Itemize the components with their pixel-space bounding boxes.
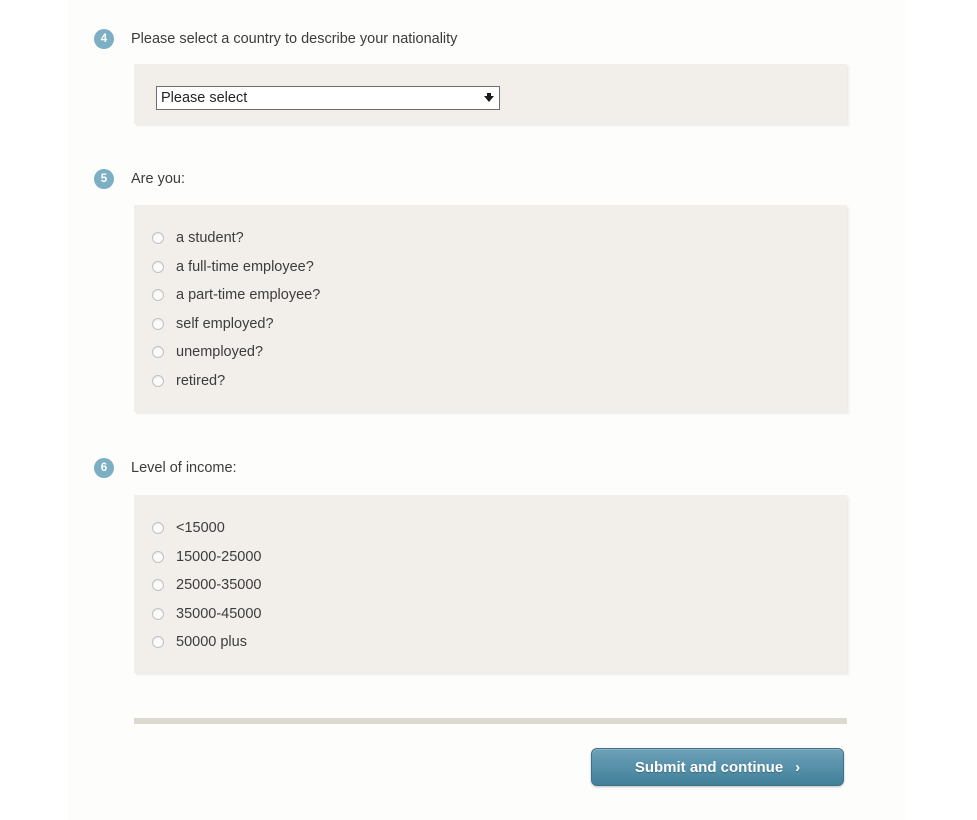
radio-option-row[interactable]: 50000 plus <box>152 628 261 657</box>
radio-option-row[interactable]: a part-time employee? <box>152 281 320 310</box>
radio-option-label: a student? <box>176 230 244 247</box>
radio-option-label: 25000-35000 <box>176 577 262 594</box>
radio-option-label: unemployed? <box>176 344 264 361</box>
radio-option-label: retired? <box>176 372 226 389</box>
radio-option-label: self employed? <box>176 315 274 332</box>
radio-option-label: 15000-25000 <box>176 548 262 565</box>
question-block-5: 5 Are you: a student? a full-time employ… <box>70 168 907 412</box>
radio-option-row[interactable]: a student? <box>152 224 320 253</box>
question-header-6: 6 Level of income: <box>70 457 907 483</box>
radio-option-row[interactable]: <15000 <box>152 514 261 543</box>
step-badge-6: 6 <box>94 458 114 478</box>
radio-option-row[interactable]: retired? <box>152 367 320 396</box>
radio-button-icon[interactable] <box>152 346 164 359</box>
radio-button-icon[interactable] <box>152 374 164 387</box>
radio-option-row[interactable]: self employed? <box>152 310 320 339</box>
footer-divider <box>134 718 847 724</box>
question-header-4: 4 Please select a country to describe yo… <box>70 28 907 54</box>
radio-button-icon[interactable] <box>152 636 164 649</box>
radio-button-icon[interactable] <box>152 550 164 563</box>
step-badge-4: 4 <box>94 29 114 49</box>
question-label-6: Level of income: <box>131 460 237 476</box>
radio-button-icon[interactable] <box>152 317 164 330</box>
question-block-6: 6 Level of income: <15000 15000-25000 25… <box>70 457 907 673</box>
chevron-down-icon <box>484 96 494 102</box>
radio-option-row[interactable]: 15000-25000 <box>152 543 261 572</box>
radio-option-row[interactable]: unemployed? <box>152 338 320 367</box>
radio-option-label: <15000 <box>176 520 225 537</box>
radio-button-icon[interactable] <box>152 579 164 592</box>
radio-option-row[interactable]: a full-time employee? <box>152 253 320 282</box>
radio-option-label: 50000 plus <box>176 634 247 651</box>
radio-button-icon[interactable] <box>152 232 164 245</box>
question-block-4: 4 Please select a country to describe yo… <box>70 28 907 124</box>
radio-option-label: a full-time employee? <box>176 258 314 275</box>
question-label-4: Please select a country to describe your… <box>131 31 458 47</box>
answer-panel-5: a student? a full-time employee? a part-… <box>134 205 847 412</box>
radio-button-icon[interactable] <box>152 260 164 273</box>
answer-panel-4: Please select <box>134 64 847 124</box>
answer-panel-6: <15000 15000-25000 25000-35000 35000-450… <box>134 495 847 673</box>
radio-option-label: a part-time employee? <box>176 287 321 304</box>
radio-button-icon[interactable] <box>152 607 164 620</box>
content-column: 4 Please select a country to describe yo… <box>69 0 906 820</box>
submit-and-continue-button[interactable]: Submit and continue › <box>591 748 844 786</box>
nationality-select[interactable]: Please select <box>156 86 500 110</box>
radio-option-row[interactable]: 25000-35000 <box>152 571 261 600</box>
submit-button-label: Submit and continue <box>634 758 784 776</box>
income-radio-group: <15000 15000-25000 25000-35000 35000-450… <box>152 514 261 657</box>
question-header-5: 5 Are you: <box>70 168 907 194</box>
radio-option-row[interactable]: 35000-45000 <box>152 600 261 629</box>
radio-button-icon[interactable] <box>152 522 164 535</box>
radio-button-icon[interactable] <box>152 289 164 302</box>
employment-radio-group: a student? a full-time employee? a part-… <box>152 224 320 395</box>
page-shell: 4 Please select a country to describe yo… <box>0 0 977 820</box>
nationality-select-wrap[interactable]: Please select <box>156 86 500 110</box>
chevron-right-icon: › <box>795 758 801 776</box>
radio-option-label: 35000-45000 <box>176 605 262 622</box>
step-badge-5: 5 <box>94 169 114 189</box>
nationality-select-value: Please select <box>161 90 248 106</box>
question-label-5: Are you: <box>131 171 185 187</box>
